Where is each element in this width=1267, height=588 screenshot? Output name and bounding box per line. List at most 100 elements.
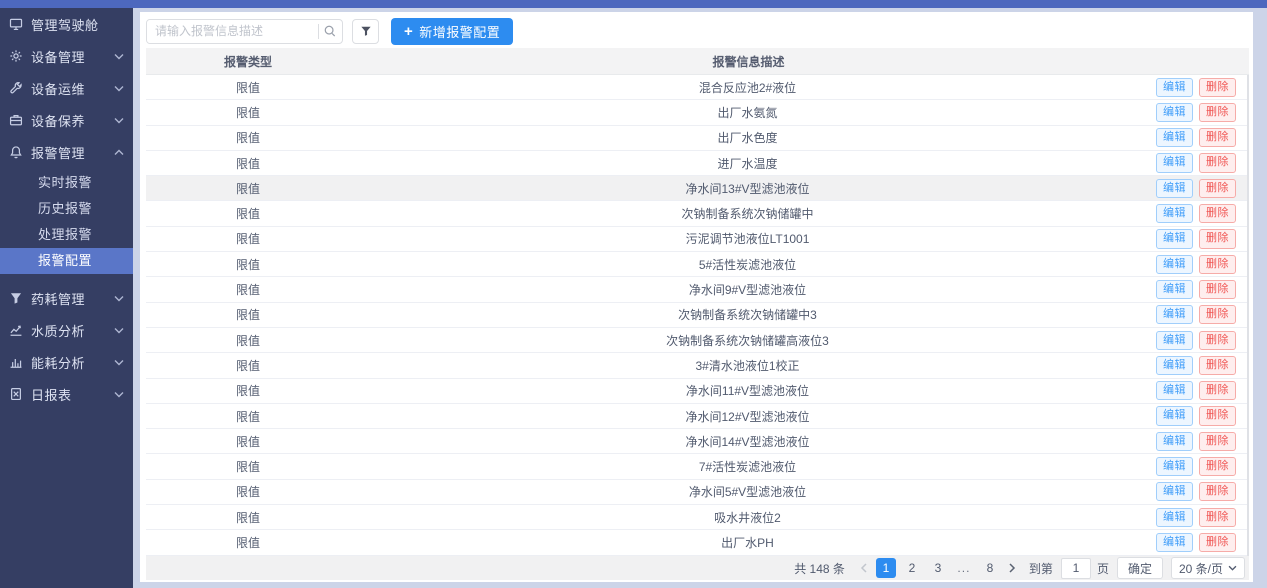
cell-desc: 5#活性炭滤池液位 — [350, 256, 1145, 273]
sidebar-item-dashboard[interactable]: 管理驾驶舱 — [0, 8, 133, 40]
edit-button[interactable]: 编辑 — [1156, 229, 1193, 248]
delete-button[interactable]: 删除 — [1199, 305, 1236, 324]
table-row[interactable]: 限值 混合反应池2#液位 编辑 删除 — [146, 75, 1247, 100]
delete-button[interactable]: 删除 — [1199, 128, 1236, 147]
table-row[interactable]: 限值 次钠制备系统次钠储罐中 编辑 删除 — [146, 201, 1247, 226]
edit-button[interactable]: 编辑 — [1156, 457, 1193, 476]
table-row[interactable]: 限值 吸水井液位2 编辑 删除 — [146, 505, 1247, 530]
pager-page-3[interactable]: 3 — [928, 558, 948, 578]
cell-type: 限值 — [146, 458, 350, 475]
alarm-config-table: 报警类型 报警信息描述 限值 混合反应池2#液位 编辑 删除 限值 出厂水氨氮 … — [146, 48, 1249, 556]
edit-button[interactable]: 编辑 — [1156, 305, 1193, 324]
cell-desc: 次钠制备系统次钠储罐中 — [350, 205, 1145, 222]
edit-button[interactable]: 编辑 — [1156, 280, 1193, 299]
cell-actions: 编辑 删除 — [1145, 331, 1247, 350]
sidebar-item-history-alarms[interactable]: 历史报警 — [0, 196, 133, 222]
table-row[interactable]: 限值 出厂水色度 编辑 删除 — [146, 126, 1247, 151]
delete-button[interactable]: 删除 — [1199, 432, 1236, 451]
edit-button[interactable]: 编辑 — [1156, 533, 1193, 552]
cell-desc: 出厂水色度 — [350, 129, 1145, 146]
edit-button[interactable]: 编辑 — [1156, 356, 1193, 375]
edit-button[interactable]: 编辑 — [1156, 103, 1193, 122]
edit-button[interactable]: 编辑 — [1156, 508, 1193, 527]
table-row[interactable]: 限值 进厂水温度 编辑 删除 — [146, 151, 1247, 176]
search-icon[interactable] — [319, 20, 342, 43]
edit-button[interactable]: 编辑 — [1156, 482, 1193, 501]
sidebar-item-device-operations[interactable]: 设备运维 — [0, 72, 133, 104]
cell-type: 限值 — [146, 306, 350, 323]
cell-actions: 编辑 删除 — [1145, 356, 1247, 375]
sidebar-item-device-maintenance[interactable]: 设备保养 — [0, 104, 133, 136]
filter-button[interactable] — [352, 19, 379, 44]
delete-button[interactable]: 删除 — [1199, 356, 1236, 375]
table-row[interactable]: 限值 净水间14#V型滤池液位 编辑 删除 — [146, 429, 1247, 454]
confirm-button[interactable]: 确定 — [1117, 557, 1163, 579]
page-size-select[interactable]: 20 条/页 — [1171, 557, 1245, 579]
pager-page-8[interactable]: 8 — [980, 558, 1000, 578]
delete-button[interactable]: 删除 — [1199, 280, 1236, 299]
edit-button[interactable]: 编辑 — [1156, 204, 1193, 223]
delete-button[interactable]: 删除 — [1199, 78, 1236, 97]
cell-type: 限值 — [146, 534, 350, 551]
edit-button[interactable]: 编辑 — [1156, 153, 1193, 172]
sidebar-item-energy-analysis[interactable]: 能耗分析 — [0, 346, 133, 378]
table-row[interactable]: 限值 净水间11#V型滤池液位 编辑 删除 — [146, 379, 1247, 404]
delete-button[interactable]: 删除 — [1199, 482, 1236, 501]
table-row[interactable]: 限值 3#清水池液位1校正 编辑 删除 — [146, 353, 1247, 378]
table-row[interactable]: 限值 净水间9#V型滤池液位 编辑 删除 — [146, 277, 1247, 302]
delete-button[interactable]: 删除 — [1199, 381, 1236, 400]
sidebar-item-label: 日报表 — [31, 385, 114, 404]
delete-button[interactable]: 删除 — [1199, 204, 1236, 223]
edit-button[interactable]: 编辑 — [1156, 78, 1193, 97]
table-row[interactable]: 限值 污泥调节池液位LT1001 编辑 删除 — [146, 227, 1247, 252]
delete-button[interactable]: 删除 — [1199, 179, 1236, 198]
edit-button[interactable]: 编辑 — [1156, 255, 1193, 274]
table-row[interactable]: 限值 净水间5#V型滤池液位 编辑 删除 — [146, 480, 1247, 505]
delete-button[interactable]: 删除 — [1199, 533, 1236, 552]
delete-button[interactable]: 删除 — [1199, 508, 1236, 527]
delete-button[interactable]: 删除 — [1199, 406, 1236, 425]
add-alarm-config-button[interactable]: + 新增报警配置 — [391, 18, 513, 45]
table-row[interactable]: 限值 出厂水氨氮 编辑 删除 — [146, 100, 1247, 125]
edit-button[interactable]: 编辑 — [1156, 331, 1193, 350]
edit-button[interactable]: 编辑 — [1156, 128, 1193, 147]
sidebar-item-chemical-consumption[interactable]: 药耗管理 — [0, 282, 133, 314]
table-row[interactable]: 限值 7#活性炭滤池液位 编辑 删除 — [146, 454, 1247, 479]
sidebar-item-alarm-config[interactable]: 报警配置 — [0, 248, 133, 274]
table-row[interactable]: 限值 出厂水PH 编辑 删除 — [146, 530, 1247, 555]
pager-page-1[interactable]: 1 — [876, 558, 896, 578]
cell-actions: 编辑 删除 — [1145, 457, 1247, 476]
table-row[interactable]: 限值 净水间12#V型滤池液位 编辑 删除 — [146, 404, 1247, 429]
delete-button[interactable]: 删除 — [1199, 229, 1236, 248]
sidebar-item-label: 报警管理 — [31, 143, 114, 162]
cell-type: 限值 — [146, 408, 350, 425]
bell-icon — [9, 145, 23, 159]
table-row[interactable]: 限值 净水间13#V型滤池液位 编辑 删除 — [146, 176, 1247, 201]
prev-page-button[interactable] — [855, 558, 873, 578]
table-row[interactable]: 限值 5#活性炭滤池液位 编辑 删除 — [146, 252, 1247, 277]
search-input[interactable] — [147, 20, 318, 43]
delete-button[interactable]: 删除 — [1199, 255, 1236, 274]
sidebar-item-realtime-alarms[interactable]: 实时报警 — [0, 170, 133, 196]
sidebar-item-daily-report[interactable]: 日报表 — [0, 378, 133, 410]
delete-button[interactable]: 删除 — [1199, 331, 1236, 350]
sidebar-item-device-management[interactable]: 设备管理 — [0, 40, 133, 72]
edit-button[interactable]: 编辑 — [1156, 381, 1193, 400]
cell-actions: 编辑 删除 — [1145, 482, 1247, 501]
cell-actions: 编辑 删除 — [1145, 255, 1247, 274]
table-row[interactable]: 限值 次钠制备系统次钠储罐中3 编辑 删除 — [146, 303, 1247, 328]
table-row[interactable]: 限值 次钠制备系统次钠储罐高液位3 编辑 删除 — [146, 328, 1247, 353]
sidebar-item-water-quality[interactable]: 水质分析 — [0, 314, 133, 346]
delete-button[interactable]: 删除 — [1199, 103, 1236, 122]
edit-button[interactable]: 编辑 — [1156, 179, 1193, 198]
sidebar-item-alarm-management[interactable]: 报警管理 — [0, 136, 133, 168]
goto-page-input[interactable] — [1061, 558, 1091, 579]
cell-desc: 进厂水温度 — [350, 155, 1145, 172]
delete-button[interactable]: 删除 — [1199, 457, 1236, 476]
delete-button[interactable]: 删除 — [1199, 153, 1236, 172]
sidebar-item-handle-alarms[interactable]: 处理报警 — [0, 222, 133, 248]
edit-button[interactable]: 编辑 — [1156, 432, 1193, 451]
edit-button[interactable]: 编辑 — [1156, 406, 1193, 425]
next-page-button[interactable] — [1003, 558, 1021, 578]
pager-page-2[interactable]: 2 — [902, 558, 922, 578]
